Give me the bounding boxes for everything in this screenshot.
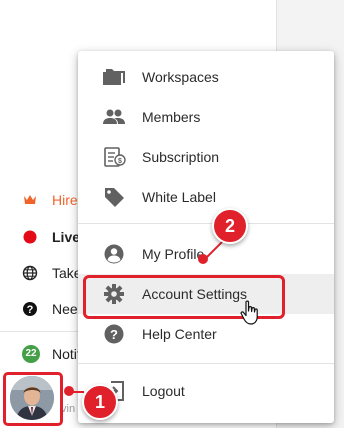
- menu-item-label: Members: [142, 109, 201, 125]
- svg-text:?: ?: [110, 327, 118, 342]
- members-icon: [103, 109, 125, 124]
- avatar-highlight-box: [3, 372, 63, 426]
- crown-icon: [24, 195, 36, 204]
- menu-item-label: Workspaces: [142, 69, 219, 85]
- help-icon: ?: [23, 302, 37, 316]
- callout-badge-1: 1: [82, 384, 118, 420]
- hand-cursor-icon: [240, 300, 258, 325]
- profile-icon: [104, 244, 124, 264]
- menu-item-label: Logout: [142, 383, 185, 399]
- svg-text:?: ?: [27, 304, 34, 316]
- folder-icon: [103, 69, 125, 85]
- callout-1-anchor-dot: [64, 386, 74, 396]
- user-name: vin: [61, 403, 76, 415]
- account-dropdown-menu: Workspaces Members $ Subscription White …: [78, 51, 334, 423]
- help-icon: ?: [104, 324, 124, 344]
- menu-divider: [78, 223, 334, 224]
- notification-count-badge: 22: [22, 345, 40, 363]
- menu-item-label: My Profile: [142, 246, 205, 262]
- menu-item-label: Subscription: [142, 149, 220, 165]
- svg-text:$: $: [118, 158, 122, 165]
- menu-item-subscription[interactable]: $ Subscription: [78, 137, 334, 177]
- menu-item-white-label[interactable]: White Label: [78, 177, 334, 217]
- sidebar-item-label: Live: [52, 229, 81, 245]
- live-dot-icon: [23, 230, 37, 244]
- callout-badge-2: 2: [212, 208, 248, 244]
- menu-item-label: Help Center: [142, 326, 217, 342]
- globe-icon: [22, 265, 38, 281]
- callout-2-anchor-dot: [198, 254, 208, 264]
- menu-divider: [78, 363, 334, 364]
- menu-item-help-center[interactable]: ? Help Center: [78, 314, 334, 354]
- menu-item-workspaces[interactable]: Workspaces: [78, 57, 334, 97]
- sidebar-item-label: Hire: [52, 192, 78, 208]
- menu-item-members[interactable]: Members: [78, 97, 334, 137]
- tag-icon: [105, 188, 124, 207]
- menu-item-label: White Label: [142, 189, 216, 205]
- invoice-icon: $: [104, 147, 126, 167]
